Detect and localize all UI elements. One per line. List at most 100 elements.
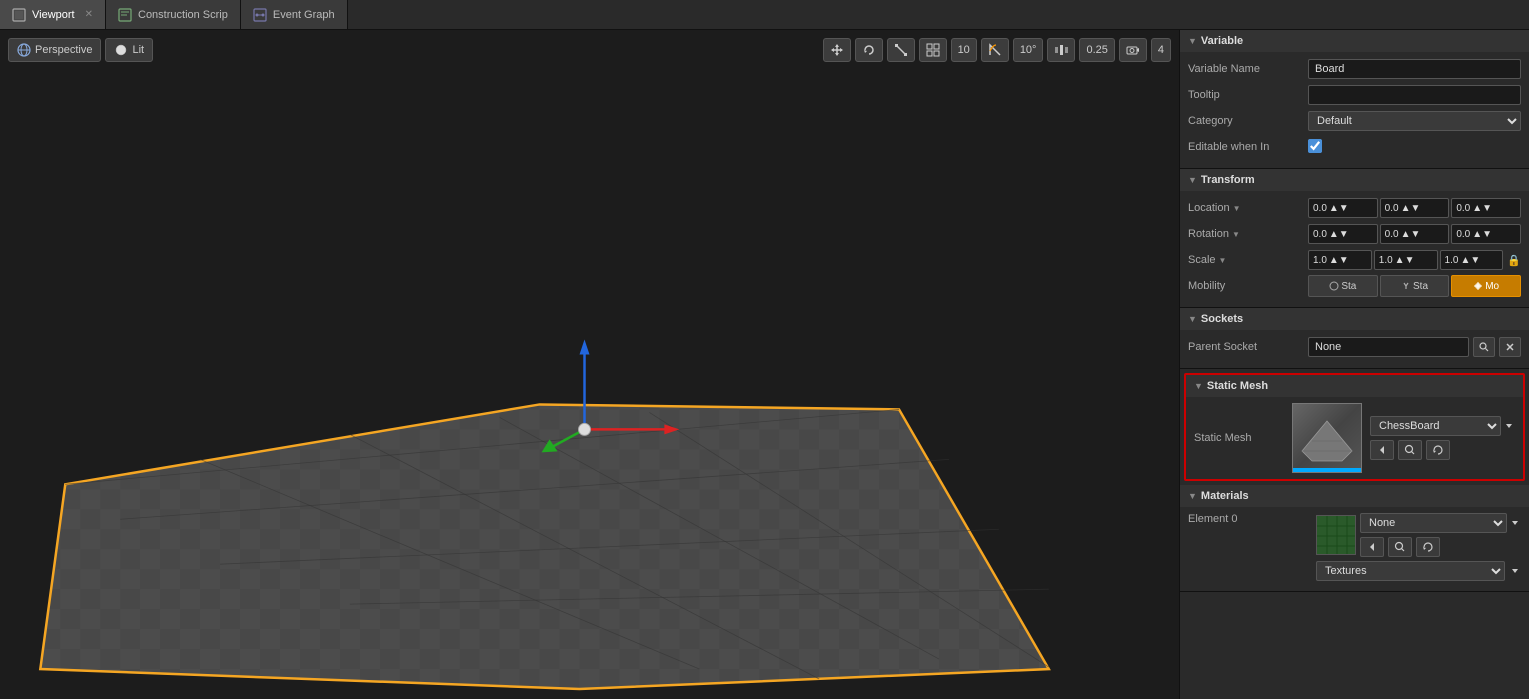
socket-clear-btn[interactable] <box>1499 337 1521 357</box>
perspective-toggle-btn[interactable]: Perspective <box>8 38 101 62</box>
location-y-arrow: ▲▼ <box>1401 203 1421 214</box>
tab-eventgraph[interactable]: Event Graph <box>241 0 348 29</box>
location-row: Location ▼ 0.0 ▲▼ 0.0 ▲▼ 0.0 <box>1188 197 1521 219</box>
camera-btn[interactable] <box>1119 38 1147 62</box>
rotation-label: Rotation ▼ <box>1188 228 1308 240</box>
grid-btn[interactable] <box>919 38 947 62</box>
grid-size-btn[interactable]: 10 <box>951 38 977 62</box>
angle-size-btn[interactable]: 10° <box>1013 38 1044 62</box>
mesh-name-row: ChessBoard <box>1370 416 1515 436</box>
variable-section-header[interactable]: ▼ Variable <box>1180 30 1529 52</box>
mesh-search-btn[interactable] <box>1398 440 1422 460</box>
material-preview-svg <box>1317 516 1355 554</box>
tooltip-input[interactable] <box>1308 85 1521 105</box>
rotation-x-arrow: ▲▼ <box>1329 229 1349 240</box>
perspective-icon <box>17 43 31 57</box>
material-controls: None <box>1360 513 1521 557</box>
tab-close-icon[interactable]: ✕ <box>85 9 93 20</box>
location-z-cell[interactable]: 0.0 ▲▼ <box>1451 198 1521 218</box>
move-size-btn[interactable]: 0.25 <box>1079 38 1114 62</box>
variable-name-input[interactable] <box>1308 59 1521 79</box>
mesh-arrow-btn[interactable] <box>1370 440 1394 460</box>
scale-lock-icon[interactable]: 🔒 <box>1507 254 1521 267</box>
material-dropdown-icon <box>1509 517 1521 529</box>
variable-section: ▼ Variable Variable Name Tooltip <box>1180 30 1529 169</box>
element0-label: Element 0 <box>1188 513 1308 525</box>
mesh-thumbnail <box>1292 403 1362 473</box>
textures-select[interactable]: Textures <box>1316 561 1505 581</box>
rotation-y-cell[interactable]: 0.0 ▲▼ <box>1380 224 1450 244</box>
lit-label: Lit <box>132 44 144 56</box>
mesh-name-select[interactable]: ChessBoard <box>1370 416 1501 436</box>
rotation-x-cell[interactable]: 0.0 ▲▼ <box>1308 224 1378 244</box>
move-snap-icon <box>1054 43 1068 57</box>
graph-icon <box>253 8 267 22</box>
scale-z-value: 1.0 <box>1445 255 1459 266</box>
mobility-buttons: Sta Sta <box>1308 275 1521 297</box>
socket-search-btn[interactable] <box>1473 337 1495 357</box>
mobility-static-btn[interactable]: Sta <box>1308 275 1378 297</box>
lit-toggle-btn[interactable]: Lit <box>105 38 153 62</box>
camera-speed-label: 4 <box>1158 44 1164 56</box>
search-icon <box>1479 342 1489 352</box>
mat-refresh-icon <box>1422 541 1434 553</box>
sockets-arrow-icon: ▼ <box>1188 314 1197 324</box>
movable-icon <box>1473 281 1483 291</box>
material-select[interactable]: None <box>1360 513 1507 533</box>
tab-construction-label: Construction Scrip <box>138 9 228 21</box>
scale-z-cell[interactable]: 1.0 ▲▼ <box>1440 250 1504 270</box>
scale-y-cell[interactable]: 1.0 ▲▼ <box>1374 250 1438 270</box>
sockets-section-header[interactable]: ▼ Sockets <box>1180 308 1529 330</box>
mesh-dropdown-icon <box>1503 420 1515 432</box>
angle-snap-btn[interactable] <box>981 38 1009 62</box>
move-snap-btn[interactable] <box>1047 38 1075 62</box>
viewport[interactable]: Perspective Lit <box>0 30 1179 699</box>
rotation-dropdown-icon: ▼ <box>1232 230 1240 239</box>
rotation-row: Rotation ▼ 0.0 ▲▼ 0.0 ▲▼ 0.0 <box>1188 223 1521 245</box>
variable-name-value <box>1308 59 1521 79</box>
mobility-movable-btn[interactable]: Mo <box>1451 275 1521 297</box>
scale-label: Scale ▼ <box>1188 254 1308 266</box>
rotate-icon <box>862 43 876 57</box>
category-select[interactable]: Default <box>1308 111 1521 131</box>
tab-viewport[interactable]: Viewport ✕ <box>0 0 106 29</box>
rotation-z-cell[interactable]: 0.0 ▲▼ <box>1451 224 1521 244</box>
camera-speed-btn[interactable]: 4 <box>1151 38 1171 62</box>
location-x-cell[interactable]: 0.0 ▲▼ <box>1308 198 1378 218</box>
mesh-thumbnail-bar <box>1293 468 1361 472</box>
move-size-label: 0.25 <box>1086 44 1107 56</box>
tab-viewport-label: Viewport <box>32 9 75 21</box>
mobility-stationary-btn[interactable]: Sta <box>1380 275 1450 297</box>
location-z-value: 0.0 <box>1456 203 1470 214</box>
refresh-icon <box>1432 444 1444 456</box>
scale-x-cell[interactable]: 1.0 ▲▼ <box>1308 250 1372 270</box>
static-dot-icon <box>1329 281 1339 291</box>
static-mesh-section-header[interactable]: ▼ Static Mesh <box>1186 375 1523 397</box>
material-refresh-btn[interactable] <box>1416 537 1440 557</box>
transform-section-header[interactable]: ▼ Transform <box>1180 169 1529 191</box>
grid-icon <box>926 43 940 57</box>
materials-header-label: Materials <box>1201 490 1249 502</box>
material-search-btn[interactable] <box>1388 537 1412 557</box>
translate-icon <box>830 43 844 57</box>
location-y-cell[interactable]: 0.0 ▲▼ <box>1380 198 1450 218</box>
tab-construction[interactable]: Construction Scrip <box>106 0 241 29</box>
tab-bar: Viewport ✕ Construction Scrip Event Grap… <box>0 0 1529 30</box>
mesh-refresh-btn[interactable] <box>1426 440 1450 460</box>
scale-btn[interactable] <box>887 38 915 62</box>
materials-section-header[interactable]: ▼ Materials <box>1180 485 1529 507</box>
transform-header-label: Transform <box>1201 174 1255 186</box>
variable-header-label: Variable <box>1201 35 1243 47</box>
editable-checkbox[interactable] <box>1308 139 1322 153</box>
scale-row: Scale ▼ 1.0 ▲▼ 1.0 ▲▼ 1.0 <box>1188 249 1521 271</box>
editable-label: Editable when In <box>1188 141 1308 153</box>
parent-socket-input[interactable] <box>1308 337 1469 357</box>
viewport-toolbar: Perspective Lit <box>8 38 1171 62</box>
camera-icon <box>1126 43 1140 57</box>
material-arrow-btn[interactable] <box>1360 537 1384 557</box>
rotate-btn[interactable] <box>855 38 883 62</box>
close-icon <box>1505 342 1515 352</box>
scale-x-arrow: ▲▼ <box>1329 255 1349 266</box>
translate-btn[interactable] <box>823 38 851 62</box>
static-mesh-arrow-icon: ▼ <box>1194 381 1203 391</box>
